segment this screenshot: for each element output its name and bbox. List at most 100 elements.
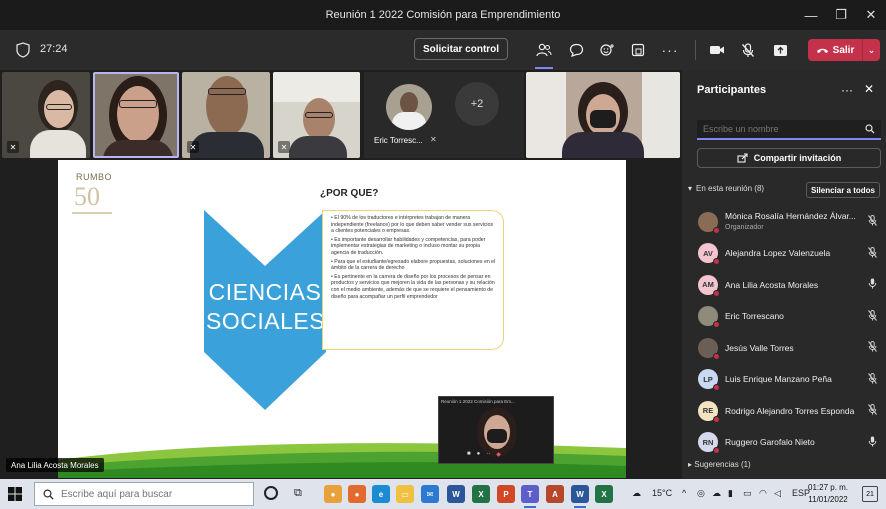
weather-icon[interactable]: ☁ [632, 488, 641, 499]
excel-app-icon[interactable]: X [472, 485, 490, 503]
bullet-item: • Es importante desarrollar habilidades … [331, 236, 486, 256]
excel-open-app-icon[interactable]: X [595, 485, 613, 503]
panel-more-button[interactable]: ··· [841, 83, 853, 97]
presence-dot [713, 289, 720, 297]
in-meeting-section[interactable]: ▾ En esta reunión (8) [688, 184, 764, 193]
camera-icon [710, 46, 724, 54]
edge-app-icon[interactable]: e [372, 485, 390, 503]
video-tile-2-speaking[interactable] [93, 72, 179, 158]
mute-all-button[interactable]: Silenciar a todos [806, 182, 880, 198]
mic-icon[interactable] [868, 436, 877, 449]
participant-body [30, 130, 86, 158]
acrobat-app-icon[interactable]: A [546, 485, 564, 503]
video-tile-1[interactable]: ✕ [2, 72, 90, 158]
cortana-icon[interactable] [264, 486, 278, 500]
mail-app-icon[interactable]: ✉ [421, 485, 439, 503]
self-view-window[interactable]: Reunión 1 2022 Comisión para Em... ■ ● ·… [438, 396, 554, 464]
leave-label-area[interactable]: Salir [808, 45, 862, 56]
panel-close-button[interactable]: ✕ [864, 82, 874, 96]
maximize-button[interactable]: ❐ [826, 0, 856, 30]
close-window-button[interactable]: ✕ [856, 0, 886, 30]
firefox-app-icon[interactable]: ● [348, 485, 366, 503]
mic-icon[interactable] [868, 278, 877, 291]
more-icon[interactable]: ·· [486, 451, 490, 457]
mic-off-icon[interactable] [868, 309, 877, 323]
powerpoint-app-icon[interactable]: P [497, 485, 515, 503]
camera-button[interactable] [706, 39, 728, 61]
mic-off-icon[interactable] [868, 372, 877, 386]
participant-search-input[interactable] [703, 124, 865, 134]
video-tile-avatar[interactable]: Eric Torresc... ✕ [364, 72, 524, 158]
taskbar-search-input[interactable] [61, 488, 241, 500]
presence-dot [713, 384, 720, 392]
participant-name: Mónica Rosalía Hernández Álvar... [725, 211, 856, 221]
mic-muted-icon: ✕ [430, 135, 437, 144]
mic-off-icon[interactable] [868, 215, 877, 228]
taskbar-clock[interactable]: 01:27 p. m. 11/01/2022 [808, 482, 848, 506]
participant-row[interactable]: RN Ruggero Garofalo Nieto [682, 427, 886, 459]
participant-row[interactable]: AV Alejandra Lopez Valenzuela [682, 238, 886, 270]
camera-icon[interactable]: ■ [467, 451, 471, 457]
file-explorer-app-icon[interactable]: ▭ [396, 485, 414, 503]
more-icon: ··· [661, 42, 679, 58]
clock-time: 01:27 p. m. [808, 483, 849, 492]
teams-app-icon[interactable]: T [521, 485, 539, 508]
word-open-app-icon[interactable]: W [571, 485, 589, 508]
participant-row[interactable]: Eric Torrescano [682, 301, 886, 333]
self-view-title: Reunión 1 2022 Comisión para Em... [441, 399, 515, 404]
participant-initials-avatar: AM [698, 274, 720, 297]
participant-avatar [386, 84, 432, 130]
participant-body [103, 140, 173, 156]
chat-button[interactable] [565, 39, 587, 61]
task-view-icon[interactable]: ⧉ [294, 487, 302, 500]
participant-search[interactable] [697, 120, 881, 140]
participant-row[interactable]: Jesús Valle Torres [682, 332, 886, 364]
minimize-button[interactable]: — [796, 0, 826, 30]
more-participants-bubble[interactable]: +2 [455, 82, 499, 126]
participant-face [117, 86, 159, 142]
logo-wordmark: RUMBO [76, 172, 112, 182]
participants-button[interactable] [533, 39, 555, 69]
leave-button[interactable]: Salir ⌄ [808, 39, 880, 61]
share-invite-button[interactable]: Compartir invitación [697, 148, 881, 168]
share-screen-button[interactable] [769, 39, 791, 61]
video-tile-5[interactable] [526, 72, 680, 158]
meet-now-icon[interactable]: ◎ [697, 488, 705, 499]
mic-muted-icon: ✕ [7, 141, 19, 153]
mic-icon[interactable]: ● [477, 451, 481, 457]
breakout-rooms-icon [631, 43, 645, 57]
hangup-icon[interactable]: ◆ [496, 451, 501, 458]
suggestions-section[interactable]: ▸ Sugerencias (1) [688, 460, 751, 469]
participant-row[interactable]: LP Luis Enrique Manzano Peña [682, 364, 886, 396]
mic-off-icon[interactable] [868, 341, 877, 354]
reactions-button[interactable] [596, 39, 618, 61]
weather-temperature[interactable]: 15°C [652, 488, 672, 498]
self-view-mask [487, 429, 507, 443]
chrome-app-icon[interactable]: ● [324, 485, 342, 503]
word-app-icon[interactable]: W [447, 485, 465, 503]
video-tile-4[interactable]: ✕ [273, 72, 360, 158]
request-control-button[interactable]: Solicitar control [414, 38, 508, 60]
more-actions-button[interactable]: ··· [659, 39, 681, 61]
windows-start-icon[interactable] [8, 487, 22, 501]
notification-center-button[interactable]: 21 [862, 486, 878, 502]
participant-photo-avatar [698, 211, 720, 234]
video-tile-3[interactable]: ✕ [182, 72, 270, 158]
taskbar-search[interactable] [34, 482, 254, 506]
mic-off-icon[interactable] [868, 246, 877, 260]
participant-row[interactable]: AM Ana Lilia Acosta Morales [682, 269, 886, 301]
participant-row[interactable]: Mónica Rosalía Hernández Álvar... Organiz… [682, 206, 886, 238]
volume-icon[interactable]: ◁ [774, 488, 781, 499]
usb-icon[interactable]: ▮ [728, 488, 733, 499]
rooms-button[interactable] [627, 39, 649, 61]
mic-off-icon[interactable] [868, 404, 877, 417]
wifi-icon[interactable]: ◠ [759, 488, 767, 499]
onedrive-icon[interactable]: ☁ [712, 488, 721, 499]
battery-icon[interactable]: ▭ [743, 488, 752, 499]
leave-options-chevron[interactable]: ⌄ [862, 39, 880, 61]
participant-initials-avatar: RE [698, 400, 720, 423]
participant-row[interactable]: RE Rodrigo Alejandro Torres Esponda [682, 395, 886, 427]
mic-button[interactable] [737, 39, 759, 61]
participant-photo-avatar [698, 306, 720, 329]
tray-chevron-icon[interactable]: ^ [682, 488, 686, 498]
